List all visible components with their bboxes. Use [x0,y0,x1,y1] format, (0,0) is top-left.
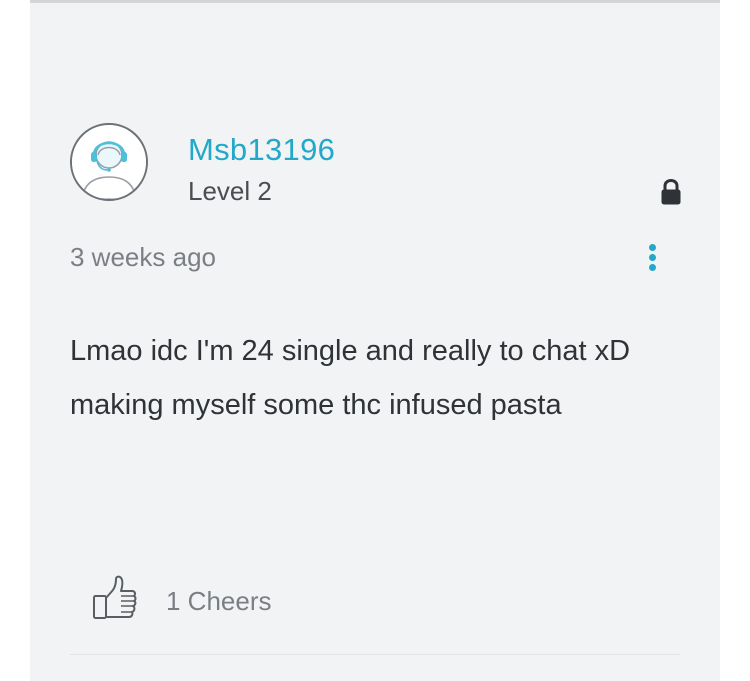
menu-dot [649,244,656,251]
top-divider [30,0,720,3]
post-body: Lmao idc I'm 24 single and really to cha… [70,335,631,421]
lock-icon [659,178,683,206]
support-agent-headset-avatar-icon [72,125,146,199]
author-avatar[interactable] [70,123,148,201]
cheers-count: 1 Cheers [166,586,272,616]
author-level: Level 2 [188,176,272,206]
bottom-divider [70,654,680,655]
vertical-ellipsis-icon[interactable] [640,240,664,276]
post-card: Msb13196 Level 2 3 weeks ago Lmao idc I'… [30,0,720,681]
thumbs-up-icon [93,575,137,619]
menu-dot [649,254,656,261]
page: Msb13196 Level 2 3 weeks ago Lmao idc I'… [0,0,750,681]
author-username[interactable]: Msb13196 [188,130,335,170]
menu-dot [649,264,656,271]
cheers-button[interactable] [90,574,146,624]
post-timestamp: 3 weeks ago [70,242,216,272]
